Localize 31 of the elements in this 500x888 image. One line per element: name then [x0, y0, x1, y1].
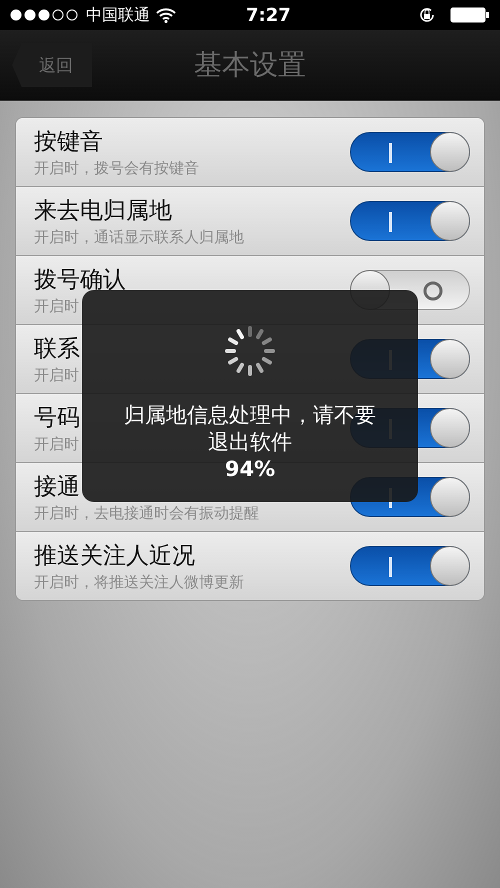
progress-message: 归属地信息处理中，请不要退出软件	[123, 402, 377, 456]
progress-percent: 94%	[224, 456, 276, 481]
toggle-switch[interactable]	[350, 546, 470, 586]
status-time: 7:27	[246, 4, 292, 26]
setting-description: 开启时	[34, 435, 79, 454]
setting-description: 开启时，将推送关注人微博更新	[34, 573, 244, 592]
setting-title: 来去电归属地	[34, 197, 172, 226]
on-mark-icon	[389, 557, 393, 577]
spinner-icon	[223, 324, 277, 378]
setting-title: 拨号确认	[34, 266, 126, 295]
setting-description: 开启时	[34, 297, 79, 316]
toggle-switch[interactable]	[350, 201, 470, 241]
setting-description: 开启时，去电接通时会有振动提醒	[34, 504, 259, 523]
setting-description: 开启时，拨号会有按键音	[34, 159, 199, 178]
carrier-name: 中国联通	[86, 4, 150, 26]
setting-title: 联系	[34, 335, 80, 364]
toggle-switch[interactable]	[350, 132, 470, 172]
setting-description: 开启时	[34, 366, 79, 385]
setting-title: 推送关注人近况	[34, 542, 195, 571]
battery-icon	[450, 7, 490, 23]
setting-title: 按键音	[34, 128, 103, 157]
setting-title: 号码	[34, 404, 80, 433]
signal-icon	[10, 9, 80, 21]
setting-description: 开启时，通话显示联系人归属地	[34, 228, 244, 247]
setting-title: 接通	[34, 473, 80, 502]
off-mark-icon	[422, 280, 444, 302]
on-mark-icon	[389, 143, 393, 163]
wifi-icon	[156, 7, 176, 23]
on-mark-icon	[389, 212, 393, 232]
page-title: 基本设置	[194, 47, 306, 83]
rotation-lock-icon	[418, 6, 436, 24]
